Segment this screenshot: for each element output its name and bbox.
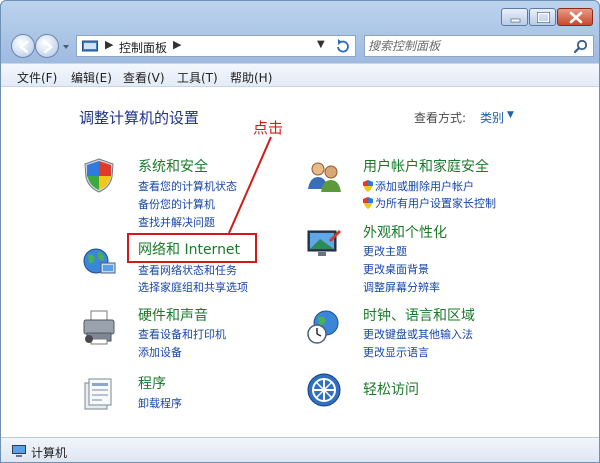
refresh-icon[interactable]	[334, 38, 352, 54]
breadcrumb-control-panel[interactable]: 控制面板	[119, 39, 167, 56]
link-change-display-language[interactable]: 更改显示语言	[363, 344, 429, 360]
menu-view[interactable]: 查看(V)	[123, 69, 165, 86]
control-panel-content: 调整计算机的设置 查看方式: 类别 ▼ 点击 系统和安全 查看您的计算机状态 备…	[1, 87, 599, 437]
address-history-dropdown[interactable]: ▼	[317, 39, 325, 50]
link-add-device[interactable]: 添加设备	[138, 344, 182, 360]
arrow-left-icon	[19, 40, 29, 54]
view-by-label: 查看方式:	[414, 111, 467, 125]
search-box[interactable]	[364, 35, 594, 57]
minimize-icon	[510, 18, 521, 23]
category-title-clock-region[interactable]: 时钟、语言和区域	[363, 305, 475, 325]
status-text: 计算机	[31, 446, 68, 460]
link-parental-controls[interactable]: 为所有用户设置家长控制	[363, 195, 496, 211]
menu-help[interactable]: 帮助(H)	[230, 69, 272, 86]
link-check-computer-status[interactable]: 查看您的计算机状态	[138, 178, 237, 194]
category-title-system-security[interactable]: 系统和安全	[138, 156, 208, 176]
link-homegroup-sharing[interactable]: 选择家庭组和共享选项	[138, 279, 248, 295]
forward-button[interactable]	[35, 34, 59, 58]
minimize-button[interactable]	[501, 8, 528, 26]
arrow-right-icon	[43, 40, 53, 54]
computer-icon	[12, 445, 26, 457]
link-text: 添加或删除用户帐户	[375, 180, 474, 193]
category-title-appearance[interactable]: 外观和个性化	[363, 222, 447, 242]
link-find-fix-problems[interactable]: 查找并解决问题	[138, 214, 215, 230]
control-panel-window: ▶ 控制面板 ▶ ▼ 文件(F) 编辑(E) 查看(V) 工具(T) 帮助(H)…	[0, 0, 600, 463]
uac-shield-icon	[363, 197, 373, 209]
network-globe-icon[interactable]	[81, 243, 117, 279]
user-accounts-icon[interactable]	[306, 159, 342, 195]
recent-pages-dropdown-icon[interactable]	[62, 43, 70, 51]
uac-shield-icon	[363, 180, 373, 192]
ease-of-access-icon[interactable]	[306, 372, 342, 408]
category-title-user-accounts[interactable]: 用户帐户和家庭安全	[363, 156, 489, 176]
link-add-remove-users[interactable]: 添加或删除用户帐户	[363, 178, 474, 194]
link-view-network-status[interactable]: 查看网络状态和任务	[138, 262, 237, 278]
view-by-dropdown[interactable]: 类别	[480, 109, 504, 126]
link-devices-printers[interactable]: 查看设备和打印机	[138, 326, 226, 342]
clock-globe-icon[interactable]	[306, 309, 342, 345]
address-bar[interactable]: ▶ 控制面板 ▶ ▼	[76, 35, 356, 57]
category-title-hardware-sound[interactable]: 硬件和声音	[138, 305, 208, 325]
title-bar	[1, 1, 599, 31]
menu-tools[interactable]: 工具(T)	[177, 69, 218, 86]
breadcrumb-separator[interactable]: ▶	[173, 38, 181, 51]
link-change-keyboard-input[interactable]: 更改键盘或其他输入法	[363, 326, 473, 342]
page-title: 调整计算机的设置	[79, 109, 200, 127]
link-change-theme[interactable]: 更改主题	[363, 243, 407, 259]
close-button[interactable]	[557, 8, 593, 26]
link-change-desktop-background[interactable]: 更改桌面背景	[363, 261, 429, 277]
control-panel-folder-icon	[82, 40, 98, 52]
close-icon	[569, 11, 583, 24]
menu-edit[interactable]: 编辑(E)	[71, 69, 112, 86]
category-title-ease-of-access[interactable]: 轻松访问	[363, 379, 419, 399]
programs-icon[interactable]	[81, 377, 117, 413]
category-title-network-internet[interactable]: 网络和 Internet	[138, 239, 240, 259]
appearance-monitor-icon[interactable]	[306, 227, 342, 263]
menu-file[interactable]: 文件(F)	[17, 69, 57, 86]
maximize-icon	[537, 11, 550, 23]
category-title-programs[interactable]: 程序	[138, 373, 166, 393]
maximize-button[interactable]	[529, 8, 556, 26]
shield-icon[interactable]	[81, 157, 117, 193]
menu-bar: 文件(F) 编辑(E) 查看(V) 工具(T) 帮助(H)	[1, 63, 599, 87]
printer-icon[interactable]	[81, 309, 117, 345]
click-annotation: 点击	[253, 119, 284, 137]
status-bar: 计算机	[1, 437, 599, 462]
link-uninstall-program[interactable]: 卸载程序	[138, 395, 182, 411]
back-button[interactable]	[11, 34, 35, 58]
search-input[interactable]	[368, 38, 564, 54]
breadcrumb-separator[interactable]: ▶	[105, 38, 113, 51]
link-adjust-resolution[interactable]: 调整屏幕分辨率	[363, 279, 440, 295]
search-icon[interactable]	[573, 39, 589, 55]
address-row: ▶ 控制面板 ▶ ▼	[1, 31, 599, 63]
link-text: 为所有用户设置家长控制	[375, 197, 496, 210]
link-backup-computer[interactable]: 备份您的计算机	[138, 196, 215, 212]
chevron-down-icon[interactable]: ▼	[507, 110, 514, 120]
